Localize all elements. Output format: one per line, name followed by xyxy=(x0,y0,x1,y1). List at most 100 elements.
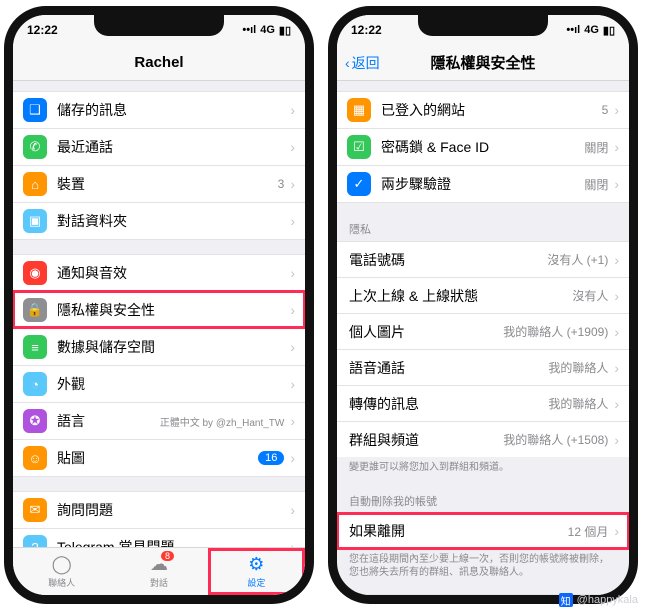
row-appearance[interactable]: ◔ 外觀 › xyxy=(13,365,305,402)
chevron-right-icon: › xyxy=(614,432,619,448)
tab-contacts[interactable]: ◯ 聯絡人 xyxy=(13,548,110,595)
chevron-right-icon: › xyxy=(290,539,295,547)
chevron-right-icon: › xyxy=(290,339,295,355)
security-group: ▦ 已登入的網站 5 › ☑ 密碼鎖 & Face ID 關閉 › ✓ 兩步驟驗… xyxy=(337,91,629,203)
gear-icon: ⚙ xyxy=(248,554,264,575)
chevron-right-icon: › xyxy=(290,102,295,118)
navbar: ‹ 返回 隱私權與安全性 xyxy=(337,45,629,81)
chevron-right-icon: › xyxy=(614,176,619,192)
watermark: 知 @happykala xyxy=(559,593,638,607)
row-data-storage[interactable]: ≡ 數據與儲存空間 › xyxy=(13,328,305,365)
row-label: 貼圖 xyxy=(57,448,258,468)
row-if-away[interactable]: 如果離開 12 個月 › xyxy=(337,513,629,549)
tab-chats[interactable]: ☁ 8 對話 xyxy=(110,548,207,595)
chevron-right-icon: › xyxy=(290,376,295,392)
network-label: 4G xyxy=(584,24,599,36)
group-footer: 變更誰可以將您加入到群組和頻道。 xyxy=(337,457,629,475)
row-label: 對話資料夾 xyxy=(57,211,290,231)
status-time: 12:22 xyxy=(27,23,58,37)
row-label: 兩步驟驗證 xyxy=(381,174,584,194)
signal-icon: ••ıl xyxy=(242,24,256,36)
row-groups[interactable]: 群組與頻道 我的聯絡人 (+1508) › xyxy=(337,421,629,457)
row-label: 上次上線 & 上線狀態 xyxy=(349,286,572,306)
bell-icon: ◉ xyxy=(23,261,47,285)
row-ask-question[interactable]: ✉ 詢問問題 › xyxy=(13,491,305,528)
chevron-left-icon: ‹ xyxy=(345,55,350,71)
chevron-right-icon: › xyxy=(290,139,295,155)
row-recent-calls[interactable]: ✆ 最近通話 › xyxy=(13,128,305,165)
tab-settings[interactable]: ⚙ 設定 xyxy=(208,548,305,595)
navbar: Rachel xyxy=(13,45,305,81)
row-chat-folders[interactable]: ▣ 對話資料夾 › xyxy=(13,202,305,240)
status-time: 12:22 xyxy=(351,23,382,37)
row-detail: 我的聯絡人 xyxy=(548,359,608,376)
faceid-icon: ☑ xyxy=(347,135,371,159)
row-devices[interactable]: ⌂ 裝置 3 › xyxy=(13,165,305,202)
contacts-icon: ◯ xyxy=(52,554,72,575)
row-label: 密碼鎖 & Face ID xyxy=(381,137,584,157)
row-detail: 3 xyxy=(278,177,285,191)
row-two-step[interactable]: ✓ 兩步驟驗證 關閉 › xyxy=(337,165,629,203)
notch xyxy=(418,14,548,36)
globe-icon: ✪ xyxy=(23,409,47,433)
row-detail: 我的聯絡人 (+1508) xyxy=(503,431,608,448)
settings-group: ◉ 通知與音效 › 🔒 隱私權與安全性 › ≡ 數據與儲存空間 › ◔ 外觀 ›… xyxy=(13,254,305,477)
settings-list[interactable]: ❑ 儲存的訊息 › ✆ 最近通話 › ⌂ 裝置 3 › ▣ 對話資料夾 › xyxy=(13,81,305,547)
privacy-group: 隱私 電話號碼 沒有人 (+1) › 上次上線 & 上線狀態 沒有人 › 個人圖… xyxy=(337,217,629,475)
web-icon: ▦ xyxy=(347,98,371,122)
row-detail: 我的聯絡人 (+1909) xyxy=(503,323,608,340)
row-label: 群組與頻道 xyxy=(349,430,503,450)
row-forwarded[interactable]: 轉傳的訊息 我的聯絡人 › xyxy=(337,385,629,421)
chevron-right-icon: › xyxy=(290,265,295,281)
row-label: 電話號碼 xyxy=(349,250,547,270)
row-detail: 5 xyxy=(602,103,609,117)
row-label: 隱私權與安全性 xyxy=(57,300,290,320)
row-detail: 關閉 xyxy=(584,176,608,193)
row-active-sessions[interactable]: ▦ 已登入的網站 5 › xyxy=(337,91,629,128)
signal-icon: ••ıl xyxy=(566,24,580,36)
row-phone-number[interactable]: 電話號碼 沒有人 (+1) › xyxy=(337,241,629,277)
chevron-right-icon: › xyxy=(614,523,619,539)
phone-left: 12:22 ••ıl 4G ▮▯ Rachel ❑ 儲存的訊息 › ✆ 最近通話… xyxy=(4,6,314,604)
row-privacy-security[interactable]: 🔒 隱私權與安全性 › xyxy=(13,291,305,328)
back-button[interactable]: ‹ 返回 xyxy=(345,53,380,73)
notch xyxy=(94,14,224,36)
page-title: Rachel xyxy=(134,54,183,71)
row-label: 語音通話 xyxy=(349,358,548,378)
row-voice-calls[interactable]: 語音通話 我的聯絡人 › xyxy=(337,349,629,385)
question-icon: ✉ xyxy=(23,498,47,522)
sticker-icon: ☺ xyxy=(23,446,47,470)
row-notifications[interactable]: ◉ 通知與音效 › xyxy=(13,254,305,291)
chevron-right-icon: › xyxy=(614,252,619,268)
row-detail: 正體中文 by @zh_Hant_TW xyxy=(160,414,285,429)
data-icon: ≡ xyxy=(23,335,47,359)
group-header: 自動刪除我的帳號 xyxy=(337,489,629,513)
network-label: 4G xyxy=(260,24,275,36)
row-detail: 沒有人 (+1) xyxy=(547,251,608,268)
settings-group: ❑ 儲存的訊息 › ✆ 最近通話 › ⌂ 裝置 3 › ▣ 對話資料夾 › xyxy=(13,91,305,240)
chevron-right-icon: › xyxy=(614,396,619,412)
folder-icon: ▣ xyxy=(23,209,47,233)
bookmark-icon: ❑ xyxy=(23,98,47,122)
chevron-right-icon: › xyxy=(614,324,619,340)
group-footer: 您在這段期間內至少要上線一次，否則您的帳號將被刪除，您也將失去所有的群組、訊息及… xyxy=(337,549,629,580)
chevron-right-icon: › xyxy=(614,360,619,376)
row-passcode[interactable]: ☑ 密碼鎖 & Face ID 關閉 › xyxy=(337,128,629,165)
privacy-list[interactable]: ▦ 已登入的網站 5 › ☑ 密碼鎖 & Face ID 關閉 › ✓ 兩步驟驗… xyxy=(337,81,629,595)
row-profile-photo[interactable]: 個人圖片 我的聯絡人 (+1909) › xyxy=(337,313,629,349)
auto-delete-group: 自動刪除我的帳號 如果離開 12 個月 › 您在這段期間內至少要上線一次，否則您… xyxy=(337,489,629,580)
chevron-right-icon: › xyxy=(290,213,295,229)
row-language[interactable]: ✪ 語言 正體中文 by @zh_Hant_TW › xyxy=(13,402,305,439)
tab-label: 對話 xyxy=(150,576,168,589)
row-stickers[interactable]: ☺ 貼圖 16 › xyxy=(13,439,305,477)
chevron-right-icon: › xyxy=(290,176,295,192)
row-last-seen[interactable]: 上次上線 & 上線狀態 沒有人 › xyxy=(337,277,629,313)
group-header: 隱私 xyxy=(337,217,629,241)
row-label: 詢問問題 xyxy=(57,500,290,520)
watermark-text: @happykala xyxy=(577,594,638,606)
row-faq[interactable]: ? Telegram 常見問題 › xyxy=(13,528,305,547)
row-detail: 12 個月 xyxy=(568,523,609,540)
row-saved-messages[interactable]: ❑ 儲存的訊息 › xyxy=(13,91,305,128)
row-label: 已登入的網站 xyxy=(381,100,602,120)
row-label: 儲存的訊息 xyxy=(57,100,290,120)
